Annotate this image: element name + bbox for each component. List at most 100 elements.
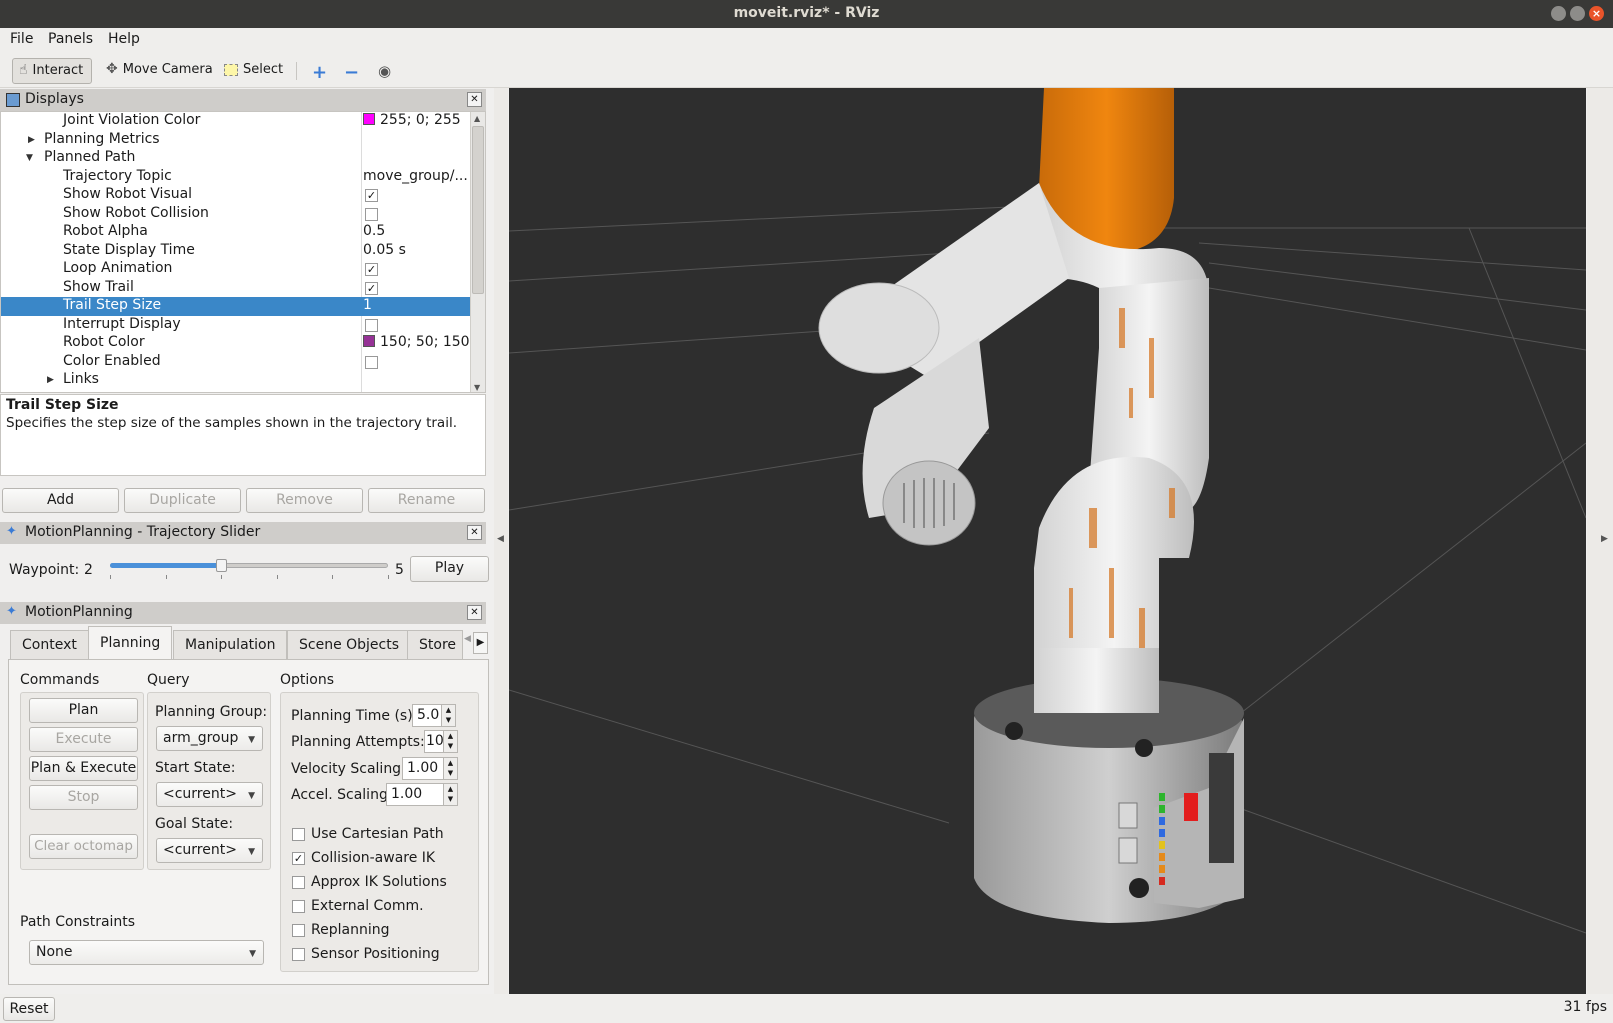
spin-arrows-icon[interactable]: ▲ ▼	[443, 730, 458, 753]
checkbox-unchecked[interactable]	[365, 318, 378, 332]
collapse-right-icon[interactable]: ▶	[1601, 534, 1608, 544]
minimize-icon[interactable]	[1551, 6, 1566, 21]
menu-file[interactable]: File	[10, 31, 33, 47]
tree-row-show-trail[interactable]: Show Trail ✓	[1, 279, 471, 298]
tab-context[interactable]: Context	[10, 630, 89, 659]
plan-and-execute-button[interactable]: Plan & Execute	[29, 756, 138, 781]
scrollbar-thumb[interactable]	[472, 126, 484, 294]
duplicate-button[interactable]: Duplicate	[124, 488, 241, 513]
tree-row-robot-color[interactable]: Robot Color 150; 50; 150	[1, 334, 471, 353]
replanning-checkbox[interactable]	[292, 924, 305, 937]
tree-row-planning-metrics[interactable]: ▶ Planning Metrics	[1, 131, 471, 150]
tree-row-interrupt-display[interactable]: Interrupt Display	[1, 316, 471, 335]
maximize-icon[interactable]	[1570, 6, 1585, 21]
tab-scene-objects[interactable]: Scene Objects	[287, 630, 412, 659]
tree-row-trail-step-size[interactable]: Trail Step Size 1	[1, 297, 471, 316]
tab-scroll-left-icon[interactable]: ◀	[464, 634, 471, 644]
expand-arrow-icon[interactable]: ▶	[28, 135, 35, 145]
tree-row-links[interactable]: ▶ Links	[1, 371, 471, 390]
add-button[interactable]: Add	[2, 488, 119, 513]
tree-row-value[interactable]: move_group/...	[363, 168, 468, 184]
tree-row-loop-animation[interactable]: Loop Animation ✓	[1, 260, 471, 279]
tree-scrollbar[interactable]: ▲ ▼	[470, 112, 485, 392]
tree-row-value[interactable]: 1	[363, 297, 372, 313]
tree-row-color-enabled[interactable]: Color Enabled	[1, 353, 471, 372]
expand-arrow-icon[interactable]: ▶	[47, 375, 54, 385]
tab-stored[interactable]: Store	[407, 630, 463, 659]
displays-tree[interactable]: Joint Violation Color 255; 0; 255 ▶ Plan…	[0, 111, 486, 393]
external-comm-checkbox[interactable]	[292, 900, 305, 913]
minus-icon[interactable]: −	[338, 58, 367, 84]
right-splitter[interactable]: ▶	[1587, 88, 1613, 994]
interact-label: Interact	[32, 63, 84, 78]
tree-row-robot-alpha[interactable]: Robot Alpha 0.5	[1, 223, 471, 242]
spin-arrows-icon[interactable]: ▲ ▼	[441, 704, 456, 727]
tab-planning[interactable]: Planning	[88, 626, 173, 659]
plan-button[interactable]: Plan	[29, 698, 138, 723]
interact-tool-button[interactable]: ☝ Interact	[12, 58, 93, 84]
velocity-scaling-spinbox[interactable]: 1.00 ▲ ▼	[402, 757, 458, 780]
reset-button[interactable]: Reset	[3, 997, 55, 1021]
menu-panels[interactable]: Panels	[48, 31, 93, 47]
spin-arrows-icon[interactable]: ▲ ▼	[443, 757, 458, 780]
replanning-label: Replanning	[311, 922, 390, 938]
tree-row-value[interactable]: 150; 50; 150	[363, 334, 470, 350]
eye-icon[interactable]: ◉	[372, 58, 399, 84]
move-camera-tool-button[interactable]: ✥ Move Camera	[100, 58, 221, 84]
trajectory-slider-title: MotionPlanning - Trajectory Slider	[25, 524, 261, 540]
tree-row-value[interactable]: 0.05 s	[363, 242, 406, 258]
spin-arrows-icon[interactable]: ▲ ▼	[443, 783, 458, 806]
tree-row-planned-path[interactable]: ▼ Planned Path	[1, 149, 471, 168]
trajectory-slider-close-icon[interactable]: ✕	[467, 525, 482, 540]
checkbox-unchecked[interactable]	[365, 207, 378, 221]
planning-time-spinbox[interactable]: 5.0 ▲ ▼	[412, 704, 456, 727]
tab-scroll-right-icon[interactable]: ▶	[473, 632, 488, 654]
end-effector	[882, 460, 976, 546]
collapse-left-icon[interactable]: ◀	[497, 534, 504, 544]
checkbox-checked[interactable]: ✓	[365, 189, 378, 202]
description-text: Specifies the step size of the samples s…	[6, 415, 457, 431]
tree-row-trajectory-topic[interactable]: Trajectory Topic move_group/...	[1, 168, 471, 187]
start-state-select[interactable]: <current> ▼	[156, 782, 263, 807]
path-constraints-select[interactable]: None ▼	[29, 940, 264, 965]
tree-row-value[interactable]: 0.5	[363, 223, 385, 239]
play-button[interactable]: Play	[410, 556, 489, 582]
tab-manipulation[interactable]: Manipulation	[173, 630, 288, 659]
select-tool-button[interactable]: Select	[218, 58, 291, 84]
3d-viewport[interactable]	[509, 88, 1586, 994]
tree-row-value[interactable]: 255; 0; 255	[363, 112, 461, 128]
waypoint-slider-handle[interactable]	[216, 559, 228, 572]
stop-button[interactable]: Stop	[29, 785, 138, 810]
sensor-positioning-checkbox[interactable]	[292, 948, 305, 961]
scroll-up-icon[interactable]: ▲	[474, 114, 480, 123]
plus-icon[interactable]: +	[306, 58, 335, 84]
tree-row-show-robot-collision[interactable]: Show Robot Collision	[1, 205, 471, 224]
robot-scene[interactable]	[509, 88, 1586, 994]
checkbox-unchecked[interactable]	[365, 355, 378, 369]
accel-scaling-spinbox[interactable]: 1.00 ▲ ▼	[386, 783, 458, 806]
tree-row-show-robot-visual[interactable]: Show Robot Visual ✓	[1, 186, 471, 205]
approx-ik-checkbox[interactable]	[292, 876, 305, 889]
menu-help[interactable]: Help	[108, 31, 140, 47]
checkbox-checked[interactable]: ✓	[365, 281, 378, 295]
trajectory-slider-panel-header: ✦ MotionPlanning - Trajectory Slider ✕	[0, 522, 486, 544]
panel-splitter[interactable]: ◀	[494, 88, 508, 994]
planning-group-select[interactable]: arm_group ▼	[156, 726, 263, 751]
scroll-down-icon[interactable]: ▼	[474, 383, 480, 392]
tree-row-joint-violation-color[interactable]: Joint Violation Color 255; 0; 255	[1, 112, 471, 131]
clear-octomap-button[interactable]: Clear octomap	[29, 834, 138, 859]
collapse-arrow-icon[interactable]: ▼	[26, 153, 33, 163]
velocity-scaling-label: Velocity Scaling:	[291, 761, 406, 777]
rename-button[interactable]: Rename	[368, 488, 485, 513]
displays-close-icon[interactable]: ✕	[467, 92, 482, 107]
goal-state-select[interactable]: <current> ▼	[156, 838, 263, 863]
collision-aware-ik-checkbox[interactable]: ✓	[292, 852, 305, 865]
tree-row-state-display-time[interactable]: State Display Time 0.05 s	[1, 242, 471, 261]
planning-attempts-spinbox[interactable]: 10 ▲ ▼	[424, 730, 458, 753]
close-icon[interactable]: ×	[1589, 6, 1604, 21]
motion-planning-close-icon[interactable]: ✕	[467, 605, 482, 620]
checkbox-checked[interactable]: ✓	[365, 263, 378, 276]
use-cartesian-path-checkbox[interactable]	[292, 828, 305, 841]
execute-button[interactable]: Execute	[29, 727, 138, 752]
remove-button[interactable]: Remove	[246, 488, 363, 513]
